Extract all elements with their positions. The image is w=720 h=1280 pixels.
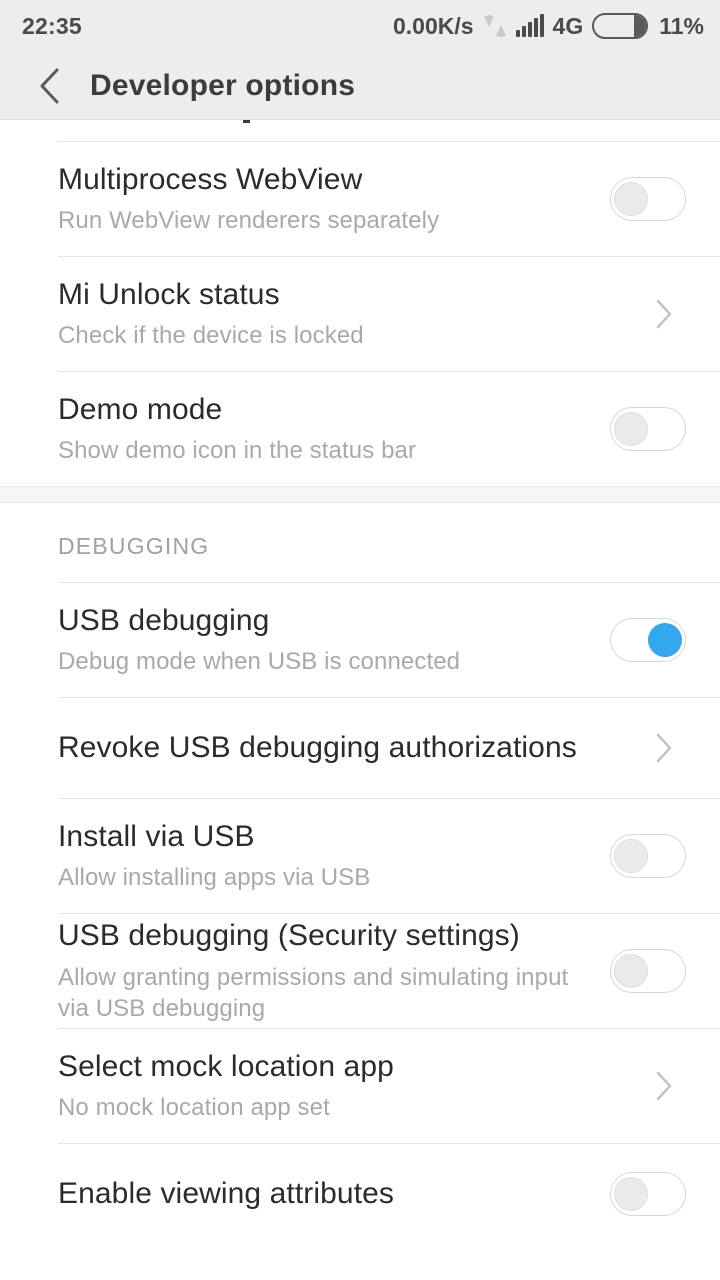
row-subtitle: Allow installing apps via USB xyxy=(58,864,371,892)
clipped-row-above xyxy=(0,120,720,141)
list-item[interactable]: Mi Unlock status Check if the device is … xyxy=(0,257,720,371)
toggle-knob xyxy=(614,839,648,873)
list-item[interactable]: Select mock location app No mock locatio… xyxy=(0,1029,720,1143)
chevron-right-icon xyxy=(648,1070,680,1102)
battery-percent-label: 11% xyxy=(659,12,704,39)
row-subtitle: No mock location app set xyxy=(58,1094,330,1122)
toggle-knob xyxy=(614,412,648,446)
toggle-knob xyxy=(614,1177,648,1211)
row-subtitle: Allow granting permissions and simulatin… xyxy=(58,963,569,1022)
row-title: Demo mode xyxy=(58,392,223,426)
row-text: Enable viewing attributes xyxy=(58,1176,610,1211)
row-text: Revoke USB debugging authorizations xyxy=(58,730,648,765)
row-text: Select mock location app No mock locatio… xyxy=(58,1049,648,1124)
list-item[interactable]: Multiprocess WebView Run WebView rendere… xyxy=(0,142,720,256)
row-text: Multiprocess WebView Run WebView rendere… xyxy=(58,162,610,237)
row-title: USB debugging xyxy=(58,603,270,637)
list-item[interactable]: Revoke USB debugging authorizations xyxy=(0,698,720,798)
battery-icon xyxy=(592,13,649,39)
row-text: Install via USB Allow installing apps vi… xyxy=(58,819,610,894)
toggle-switch[interactable] xyxy=(610,1172,686,1216)
list-item[interactable]: Enable viewing attributes xyxy=(0,1144,720,1244)
row-subtitle: Run WebView renderers separately xyxy=(58,207,440,235)
row-subtitle: Show demo icon in the status bar xyxy=(58,437,417,465)
back-chevron-icon[interactable] xyxy=(24,59,78,113)
row-title: Enable viewing attributes xyxy=(58,1177,395,1211)
toggle-switch[interactable] xyxy=(610,618,686,662)
row-title: Multiprocess WebView xyxy=(58,162,363,196)
toggle-switch[interactable] xyxy=(610,407,686,451)
row-text: USB debugging (Security settings) Allow … xyxy=(58,918,610,1024)
row-title: USB debugging (Security settings) xyxy=(58,919,520,953)
row-title: Mi Unlock status xyxy=(58,277,280,311)
toggle-knob xyxy=(614,954,648,988)
row-title: Install via USB xyxy=(58,819,255,853)
network-type-label: 4G xyxy=(552,12,584,39)
chevron-right-icon xyxy=(648,732,680,764)
toggle-knob xyxy=(648,623,682,657)
row-text: Demo mode Show demo icon in the status b… xyxy=(58,392,610,467)
list-item[interactable]: Install via USB Allow installing apps vi… xyxy=(0,799,720,913)
toggle-switch[interactable] xyxy=(610,177,686,221)
status-time: 22:35 xyxy=(22,12,82,39)
status-indicators: 0.00K/s 4G 11% xyxy=(393,13,704,40)
list-item[interactable]: USB debugging (Security settings) Allow … xyxy=(0,914,720,1028)
section-header-debugging: DEBUGGING xyxy=(0,503,720,582)
data-transfer-icon xyxy=(483,13,507,39)
row-subtitle: Check if the device is locked xyxy=(58,322,364,350)
network-speed-label: 0.00K/s xyxy=(392,12,474,39)
section-separator xyxy=(0,486,720,503)
toggle-switch[interactable] xyxy=(610,834,686,878)
row-title: Select mock location app xyxy=(58,1049,394,1083)
row-text: USB debugging Debug mode when USB is con… xyxy=(58,603,610,678)
list-item[interactable]: USB debugging Debug mode when USB is con… xyxy=(0,583,720,697)
row-text: Mi Unlock status Check if the device is … xyxy=(58,277,648,352)
chevron-right-icon xyxy=(648,298,680,330)
status-bar: 22:35 0.00K/s 4G 11% xyxy=(0,0,720,52)
clipped-glyph-fragment xyxy=(243,120,250,123)
row-title: Revoke USB debugging authorizations xyxy=(58,731,577,765)
row-subtitle: Debug mode when USB is connected xyxy=(58,648,461,676)
toggle-knob xyxy=(614,182,648,216)
signal-bars-icon xyxy=(515,14,544,37)
toggle-switch[interactable] xyxy=(610,949,686,993)
page-title: Developer options xyxy=(90,68,356,102)
list-item[interactable]: Demo mode Show demo icon in the status b… xyxy=(0,372,720,486)
app-bar: Developer options xyxy=(0,52,720,120)
settings-list[interactable]: Multiprocess WebView Run WebView rendere… xyxy=(0,120,720,1244)
